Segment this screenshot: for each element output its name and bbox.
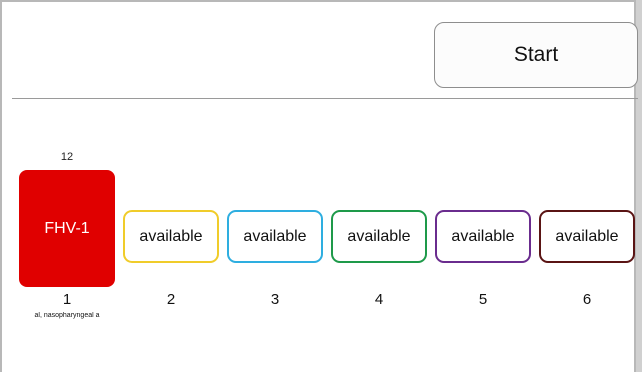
slot-3-label: available (243, 227, 307, 245)
slot-4-label: available (347, 227, 411, 245)
slot-6-label: available (555, 227, 619, 245)
slot-1-box[interactable]: FHV-1 (19, 170, 115, 287)
slot-1-count: 12 (60, 151, 74, 163)
slot-5-label: available (451, 227, 515, 245)
slot-4-number: 4 (374, 291, 384, 308)
slot-1-number: 1 (62, 291, 72, 308)
slot-2-label: available (139, 227, 203, 245)
slot-4-box[interactable]: available (331, 210, 427, 263)
slot-3-box[interactable]: available (227, 210, 323, 263)
slot-6-number: 6 (582, 291, 592, 308)
slot-2-box[interactable]: available (123, 210, 219, 263)
slot-6-box[interactable]: available (539, 210, 635, 263)
divider (12, 98, 638, 99)
slot-1-label: FHV-1 (44, 219, 90, 237)
slot-2-number: 2 (166, 291, 176, 308)
slot-5-box[interactable]: available (435, 210, 531, 263)
slot-1-description: al, nasopharyngeal a (34, 312, 100, 319)
window-frame: Start 12 FHV-1 1 al, nasopharyngeal a av… (0, 0, 638, 372)
slot-5-number: 5 (478, 291, 488, 308)
slot-3-number: 3 (270, 291, 280, 308)
start-button[interactable]: Start (434, 22, 638, 88)
